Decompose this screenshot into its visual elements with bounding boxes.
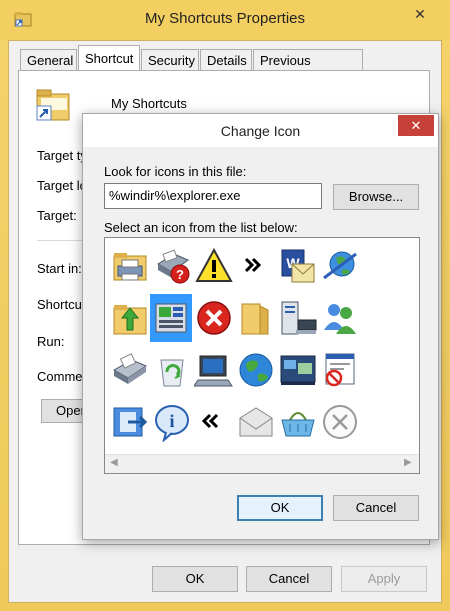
- target-label: Target:: [37, 208, 77, 223]
- open-folder-icon[interactable]: [236, 298, 276, 338]
- icon-list-scrollbar[interactable]: [105, 454, 419, 473]
- word-document-icon[interactable]: W: [278, 246, 318, 286]
- circle-x-icon[interactable]: [320, 402, 360, 442]
- target-type-label: Target ty: [37, 148, 87, 163]
- users-icon[interactable]: [320, 298, 360, 338]
- tab-general[interactable]: General: [20, 49, 77, 71]
- folder-with-printer-icon[interactable]: [110, 246, 150, 286]
- server-computer-icon[interactable]: [278, 298, 318, 338]
- icon-file-path-input[interactable]: %windir%\explorer.exe: [104, 183, 322, 209]
- target-location-label: Target lo: [37, 178, 87, 193]
- folder-shortcut-icon: [35, 86, 73, 122]
- info-icon[interactable]: i: [152, 402, 192, 442]
- double-chevron-left-icon[interactable]: [194, 402, 234, 442]
- properties-close-button[interactable]: ✕: [403, 4, 437, 24]
- shortcut-name: My Shortcuts: [111, 96, 187, 111]
- tab-shortcut[interactable]: Shortcut: [78, 45, 140, 71]
- properties-cancel-button[interactable]: Cancel: [246, 566, 332, 592]
- windows-desktop-icon[interactable]: [278, 350, 318, 390]
- tab-details[interactable]: Details: [200, 49, 252, 71]
- divider: [37, 240, 85, 241]
- printer-error-icon[interactable]: ?: [152, 246, 192, 286]
- blocked-document-icon[interactable]: [320, 350, 360, 390]
- shopping-basket-icon[interactable]: [278, 402, 318, 442]
- computer-icon[interactable]: [194, 350, 234, 390]
- change-icon-title: Change Icon: [220, 123, 301, 139]
- start-in-label: Start in:: [37, 261, 82, 276]
- folder-up-arrow-icon[interactable]: [110, 298, 150, 338]
- network-globe-icon[interactable]: [320, 246, 360, 286]
- change-icon-close-button[interactable]: ✕: [398, 115, 434, 136]
- properties-apply-button[interactable]: Apply: [341, 566, 427, 592]
- scroll-right-icon[interactable]: ▶: [404, 456, 414, 470]
- scroll-left-icon[interactable]: ◀: [110, 456, 120, 470]
- svg-text:?: ?: [176, 267, 184, 282]
- run-label: Run:: [37, 334, 65, 349]
- double-chevron-right-icon[interactable]: [236, 246, 276, 286]
- control-panel-icon[interactable]: [151, 298, 191, 338]
- exit-icon[interactable]: [110, 402, 150, 442]
- look-for-icons-label: Look for icons in this file:: [104, 164, 247, 179]
- properties-ok-button[interactable]: OK: [152, 566, 238, 592]
- globe-icon[interactable]: [236, 350, 276, 390]
- tab-security[interactable]: Security: [141, 49, 199, 71]
- select-icon-label: Select an icon from the list below:: [104, 220, 298, 235]
- svg-text:i: i: [169, 411, 174, 431]
- recycle-bin-icon[interactable]: [152, 350, 192, 390]
- warning-icon[interactable]: [194, 246, 234, 286]
- change-icon-cancel-button[interactable]: Cancel: [333, 495, 419, 521]
- envelope-icon[interactable]: [236, 402, 276, 442]
- shortcut-key-label: Shortcut: [37, 297, 86, 312]
- properties-title: My Shortcuts Properties: [144, 10, 306, 27]
- error-icon[interactable]: [194, 298, 234, 338]
- browse-button[interactable]: Browse...: [333, 184, 419, 210]
- tab-previous-versions[interactable]: Previous Versions: [253, 49, 363, 90]
- change-icon-ok-button[interactable]: OK: [237, 495, 323, 521]
- printer-icon[interactable]: [110, 350, 150, 390]
